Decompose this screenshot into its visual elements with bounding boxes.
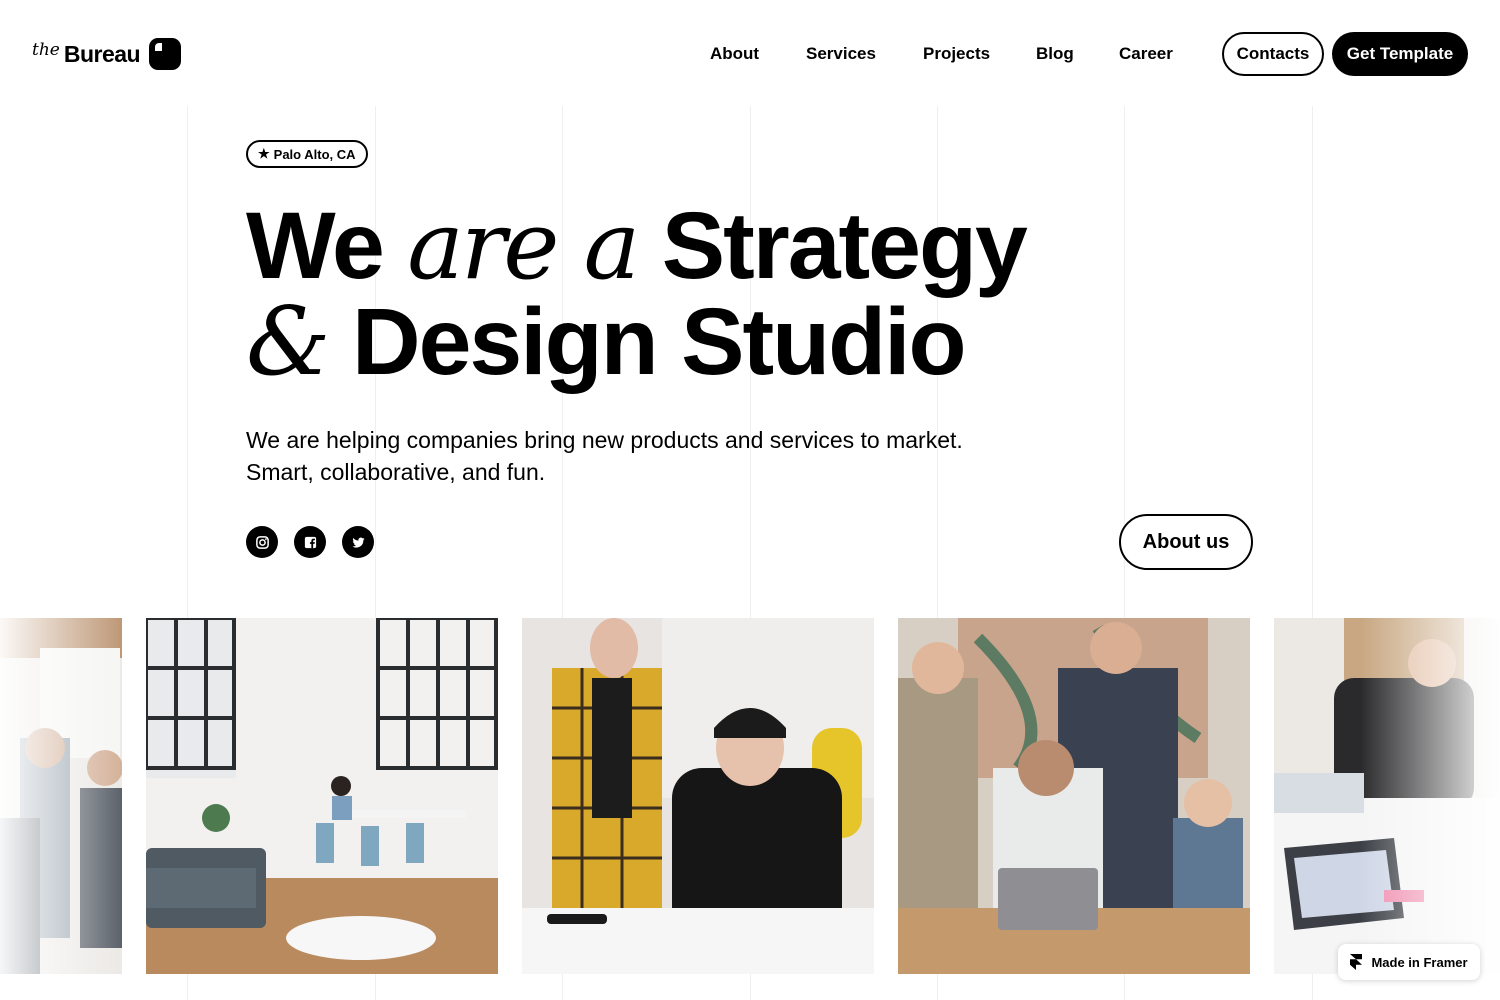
twitter-icon[interactable] — [342, 526, 374, 558]
headline-we: We — [246, 193, 385, 299]
hero-headline: We are a Strategy & Design Studio — [246, 198, 1028, 390]
instagram-icon[interactable] — [246, 526, 278, 558]
nav-projects[interactable]: Projects — [923, 44, 990, 64]
site-header: the Bureau About Services Projects Blog … — [0, 0, 1500, 106]
nav-career[interactable]: Career — [1119, 44, 1173, 64]
framer-badge-label: Made in Framer — [1371, 954, 1468, 970]
designers-collaborating-photo — [522, 618, 874, 974]
headline-ampersand: & — [246, 287, 331, 397]
nav-about[interactable]: About — [710, 44, 759, 64]
headline-strategy: Strategy — [661, 193, 1028, 299]
facebook-icon[interactable] — [294, 526, 326, 558]
gallery-fade-right — [1360, 618, 1500, 974]
subtitle-line-2: Smart, collaborative, and fun. — [246, 459, 546, 485]
location-label: Palo Alto, CA — [273, 146, 356, 162]
about-us-button[interactable]: About us — [1119, 514, 1253, 570]
headline-design-studio: Design Studio — [351, 289, 967, 395]
nav-blog[interactable]: Blog — [1036, 44, 1074, 64]
location-badge: ★ Palo Alto, CA — [246, 140, 368, 168]
star-icon: ★ — [258, 146, 270, 161]
contacts-button[interactable]: Contacts — [1222, 32, 1324, 76]
made-in-framer-badge[interactable]: Made in Framer — [1338, 944, 1480, 980]
hero-subtitle: We are helping companies bring new produ… — [246, 424, 1066, 488]
subtitle-line-1: We are helping companies bring new produ… — [246, 427, 963, 453]
gallery-fade-left — [0, 618, 140, 974]
framer-icon — [1350, 954, 1363, 970]
headline-are-a: are a — [407, 191, 640, 301]
team-laptop-photo — [898, 618, 1250, 974]
office-workspace-photo — [146, 618, 498, 974]
get-template-button[interactable]: Get Template — [1332, 32, 1468, 76]
nav-services[interactable]: Services — [806, 44, 876, 64]
